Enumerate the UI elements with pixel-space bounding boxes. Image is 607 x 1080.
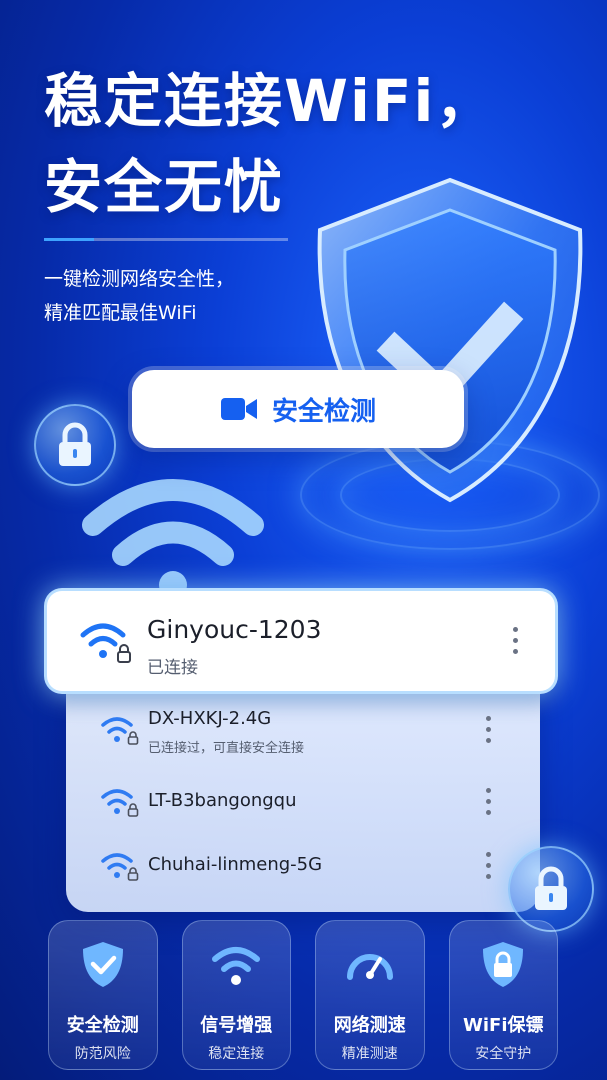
wifi-locked-icon bbox=[101, 717, 139, 745]
speedometer-icon bbox=[346, 954, 393, 980]
feature-subtitle: 防范风险 bbox=[74, 1046, 131, 1062]
feature-subtitle: 精准测速 bbox=[341, 1046, 398, 1062]
wifi-locked-icon bbox=[101, 789, 139, 817]
network-note: 已连接过，可直接安全连接 bbox=[148, 741, 305, 756]
security-check-label: 安全检测 bbox=[271, 396, 376, 427]
shield-lock-icon bbox=[483, 942, 524, 987]
network-ssid: Chuhai-linmeng-5G bbox=[148, 854, 323, 875]
shield-check-icon bbox=[82, 942, 123, 987]
wifi-illustration-icon bbox=[82, 479, 264, 599]
more-options-icon[interactable] bbox=[478, 716, 498, 743]
network-ssid: DX-HXKJ-2.4G bbox=[148, 708, 272, 729]
shield-check-illustration-icon bbox=[317, 177, 583, 503]
hero-subtitle: 一键检测网络安全性， 精准匹配最佳WiFi bbox=[44, 262, 234, 330]
more-options-icon[interactable] bbox=[505, 627, 525, 654]
feature-grid: 安全检测 防范风险 信号增强 稳定连接 网络测速 精准测速 WiFi保镖 安全守… bbox=[48, 920, 558, 1070]
more-options-icon[interactable] bbox=[478, 852, 498, 879]
feature-subtitle: 安全守护 bbox=[475, 1046, 532, 1062]
feature-wifi-guard[interactable]: WiFi保镖 安全守护 bbox=[448, 920, 558, 1070]
lock-icon bbox=[535, 866, 567, 910]
lock-icon bbox=[59, 422, 91, 466]
headline-line-1: 稳定连接WiFi， bbox=[44, 67, 496, 135]
network-row[interactable]: Chuhai-linmeng-5G bbox=[66, 836, 540, 894]
wifi-signal-icon bbox=[212, 947, 261, 985]
network-row[interactable]: LT-B3bangongqu bbox=[66, 772, 540, 830]
feature-title: 安全检测 bbox=[66, 1015, 139, 1036]
current-network-ssid: Ginyouc-1203 bbox=[147, 615, 322, 644]
subtitle-line-2: 精准匹配最佳WiFi bbox=[44, 302, 197, 324]
feature-title: 网络测速 bbox=[333, 1015, 406, 1036]
feature-subtitle: 稳定连接 bbox=[208, 1046, 265, 1062]
feature-title: WiFi保镖 bbox=[463, 1015, 544, 1036]
feature-title: 信号增强 bbox=[200, 1015, 273, 1036]
feature-security-check[interactable]: 安全检测 防范风险 bbox=[48, 920, 158, 1070]
feature-signal-boost[interactable]: 信号增强 稳定连接 bbox=[181, 920, 291, 1070]
divider bbox=[44, 238, 288, 241]
network-row[interactable]: DX-HXKJ-2.4G 已连接过，可直接安全连接 bbox=[66, 700, 540, 764]
wifi-locked-icon bbox=[80, 623, 131, 663]
network-ssid: LT-B3bangongqu bbox=[148, 790, 297, 811]
video-camera-icon bbox=[220, 398, 257, 420]
feature-speed-test[interactable]: 网络测速 精准测速 bbox=[315, 920, 425, 1070]
current-network-status: 已连接 bbox=[147, 658, 198, 678]
more-options-icon[interactable] bbox=[478, 788, 498, 815]
subtitle-line-1: 一键检测网络安全性， bbox=[44, 268, 235, 290]
current-network-card[interactable]: Ginyouc-1203 已连接 bbox=[44, 588, 558, 694]
security-check-button[interactable]: 安全检测 bbox=[132, 370, 464, 448]
wifi-locked-icon bbox=[101, 853, 139, 881]
